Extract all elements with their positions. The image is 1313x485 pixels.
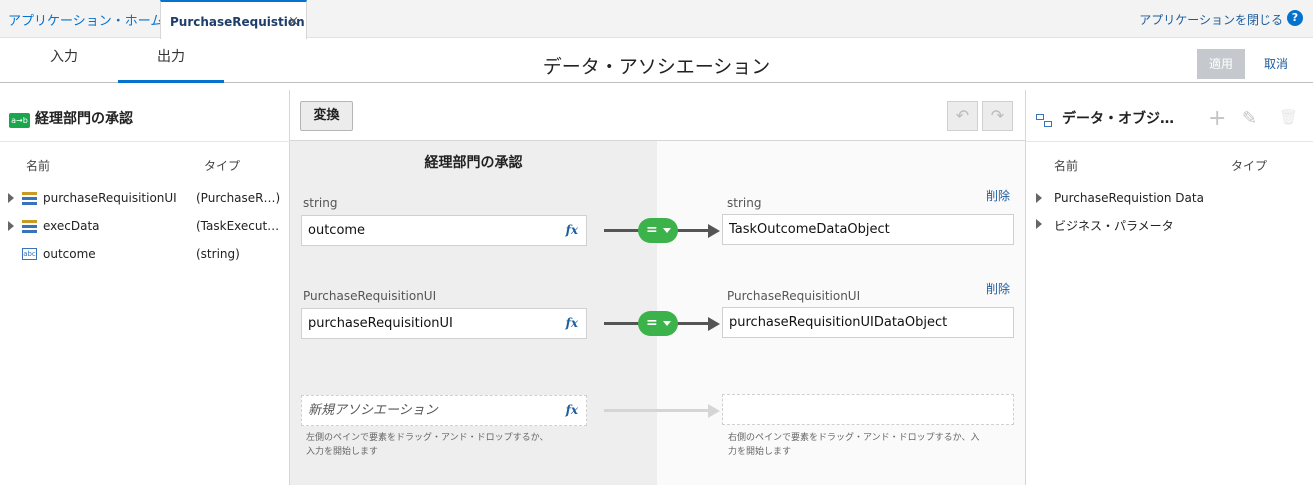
expand-arrow-icon[interactable] (1036, 193, 1042, 203)
source-expression-field[interactable]: outcome fx (301, 215, 587, 246)
application-tab-bar: アプリケーション・ホーム PurchaseRequistion × アプリケーシ… (0, 0, 1313, 39)
source-expression-field[interactable]: purchaseRequisitionUI fx (301, 308, 587, 339)
expand-arrow-icon[interactable] (8, 221, 14, 231)
tree-item-purchase-requistion-data[interactable]: PurchaseRequistion Data (1026, 188, 1313, 210)
expand-arrow-icon[interactable] (1036, 219, 1042, 229)
source-column-title: 経理部門の承認 (424, 155, 523, 171)
tree-item-type: (string) (196, 247, 240, 261)
tree-item-exec-data[interactable]: execData (TaskExecut…) (0, 216, 290, 238)
data-object-icon (1036, 112, 1054, 130)
tree-item-label: execData (43, 219, 100, 233)
delete-icon[interactable]: 🗑 (1279, 108, 1298, 126)
redo-icon[interactable]: ↷ (982, 101, 1013, 131)
new-association-placeholder: 新規アソシエーション (308, 403, 438, 418)
list-icon (22, 220, 37, 233)
undo-icon[interactable]: ↶ (947, 101, 978, 131)
data-objects-panel: データ・オブジ… + ✎ 🗑 名前 タイプ PurchaseRequistion… (1025, 90, 1313, 485)
source-expression-value: purchaseRequisitionUI (308, 316, 453, 331)
mapping-panel: 変換 ↶ ↷ 経理部門の承認 削除 string string outcome … (290, 90, 1025, 485)
fx-icon[interactable]: fx (566, 216, 578, 245)
edit-icon[interactable]: ✎ (1242, 108, 1257, 129)
tab-application-home[interactable]: アプリケーション・ホーム (0, 0, 171, 38)
caret-down-icon (663, 321, 671, 326)
source-type-label: PurchaseRequisitionUI (303, 289, 437, 303)
close-application-link[interactable]: アプリケーションを閉じる (1139, 11, 1283, 28)
source-type-label: string (303, 196, 338, 210)
apply-button[interactable]: 適用 (1197, 49, 1245, 79)
target-type-label: PurchaseRequisitionUI (727, 289, 861, 303)
new-association-source-input[interactable]: 新規アソシエーション fx (301, 395, 587, 426)
data-objects-header: データ・オブジ… + ✎ 🗑 (1026, 90, 1313, 142)
arrow-head-icon (708, 317, 720, 331)
source-hint-text: 左側のペインで要素をドラッグ・アンド・ドロップするか、 入力を開始します (306, 433, 549, 457)
tree-item-business-parameters[interactable]: ビジネス・パラメータ (1026, 214, 1313, 236)
target-type-label: string (727, 196, 762, 210)
arrow-head-icon (708, 404, 720, 418)
tree-item-type: (PurchaseR…) (196, 191, 280, 205)
mapping-toolbar: 変換 ↶ ↷ (290, 90, 1025, 141)
abc-icon: abc (22, 248, 37, 260)
activity-icon: a→b (9, 113, 30, 128)
source-expression-value: outcome (308, 223, 366, 238)
arrow-head-icon (708, 224, 720, 238)
new-association-target-input[interactable] (722, 394, 1014, 425)
fx-icon[interactable]: fx (566, 396, 578, 425)
tab-purchase-requistion[interactable]: PurchaseRequistion × (160, 0, 307, 39)
help-icon[interactable]: ? (1287, 10, 1303, 26)
source-panel: a→b 経理部門の承認 名前 タイプ purchaseRequisitionUI… (0, 90, 290, 485)
operator-dropdown[interactable]: = (638, 311, 678, 336)
tree-item-label: PurchaseRequistion Data (1054, 191, 1204, 205)
column-header-type: タイプ (204, 159, 241, 173)
data-objects-title: データ・オブジ… (1062, 111, 1174, 127)
tree-item-label: outcome (43, 247, 96, 261)
tree-item-label: ビジネス・パラメータ (1054, 219, 1174, 233)
source-panel-title: 経理部門の承認 (35, 111, 133, 127)
operator-dropdown[interactable]: = (638, 218, 678, 243)
add-icon[interactable]: + (1208, 106, 1226, 131)
page-title: データ・アソシエーション (542, 56, 771, 78)
target-hint-text: 右側のペインで要素をドラッグ・アンド・ドロップするか、入 力を開始します (728, 433, 980, 457)
transform-button[interactable]: 変換 (300, 101, 353, 131)
delete-mapping-link[interactable]: 削除 (986, 280, 1010, 297)
caret-down-icon (663, 228, 671, 233)
column-header-name: 名前 (26, 159, 51, 173)
tab-label: PurchaseRequistion (170, 15, 305, 29)
cancel-button[interactable]: 取消 (1256, 49, 1296, 79)
association-header: 入力 出力 データ・アソシエーション 適用 取消 (0, 38, 1313, 83)
tree-item-label: purchaseRequisitionUI (43, 191, 177, 205)
expand-arrow-icon[interactable] (8, 193, 14, 203)
source-panel-header: a→b 経理部門の承認 (0, 90, 290, 142)
target-field[interactable]: TaskOutcomeDataObject (722, 214, 1014, 245)
tree-item-outcome[interactable]: abc outcome (string) (0, 244, 290, 266)
tree-item-purchase-requisition-ui[interactable]: purchaseRequisitionUI (PurchaseR…) (0, 188, 290, 210)
equals-icon: = (646, 315, 658, 331)
list-icon (22, 192, 37, 205)
column-header-name: 名前 (1054, 159, 1079, 173)
new-association-connector (604, 409, 710, 412)
target-field[interactable]: purchaseRequisitionUIDataObject (722, 307, 1014, 338)
close-tab-icon[interactable]: × (288, 2, 299, 42)
equals-icon: = (646, 222, 658, 238)
column-header-type: タイプ (1231, 159, 1268, 173)
tree-item-type: (TaskExecut…) (196, 219, 280, 233)
fx-icon[interactable]: fx (566, 309, 578, 338)
delete-mapping-link[interactable]: 削除 (986, 187, 1010, 204)
